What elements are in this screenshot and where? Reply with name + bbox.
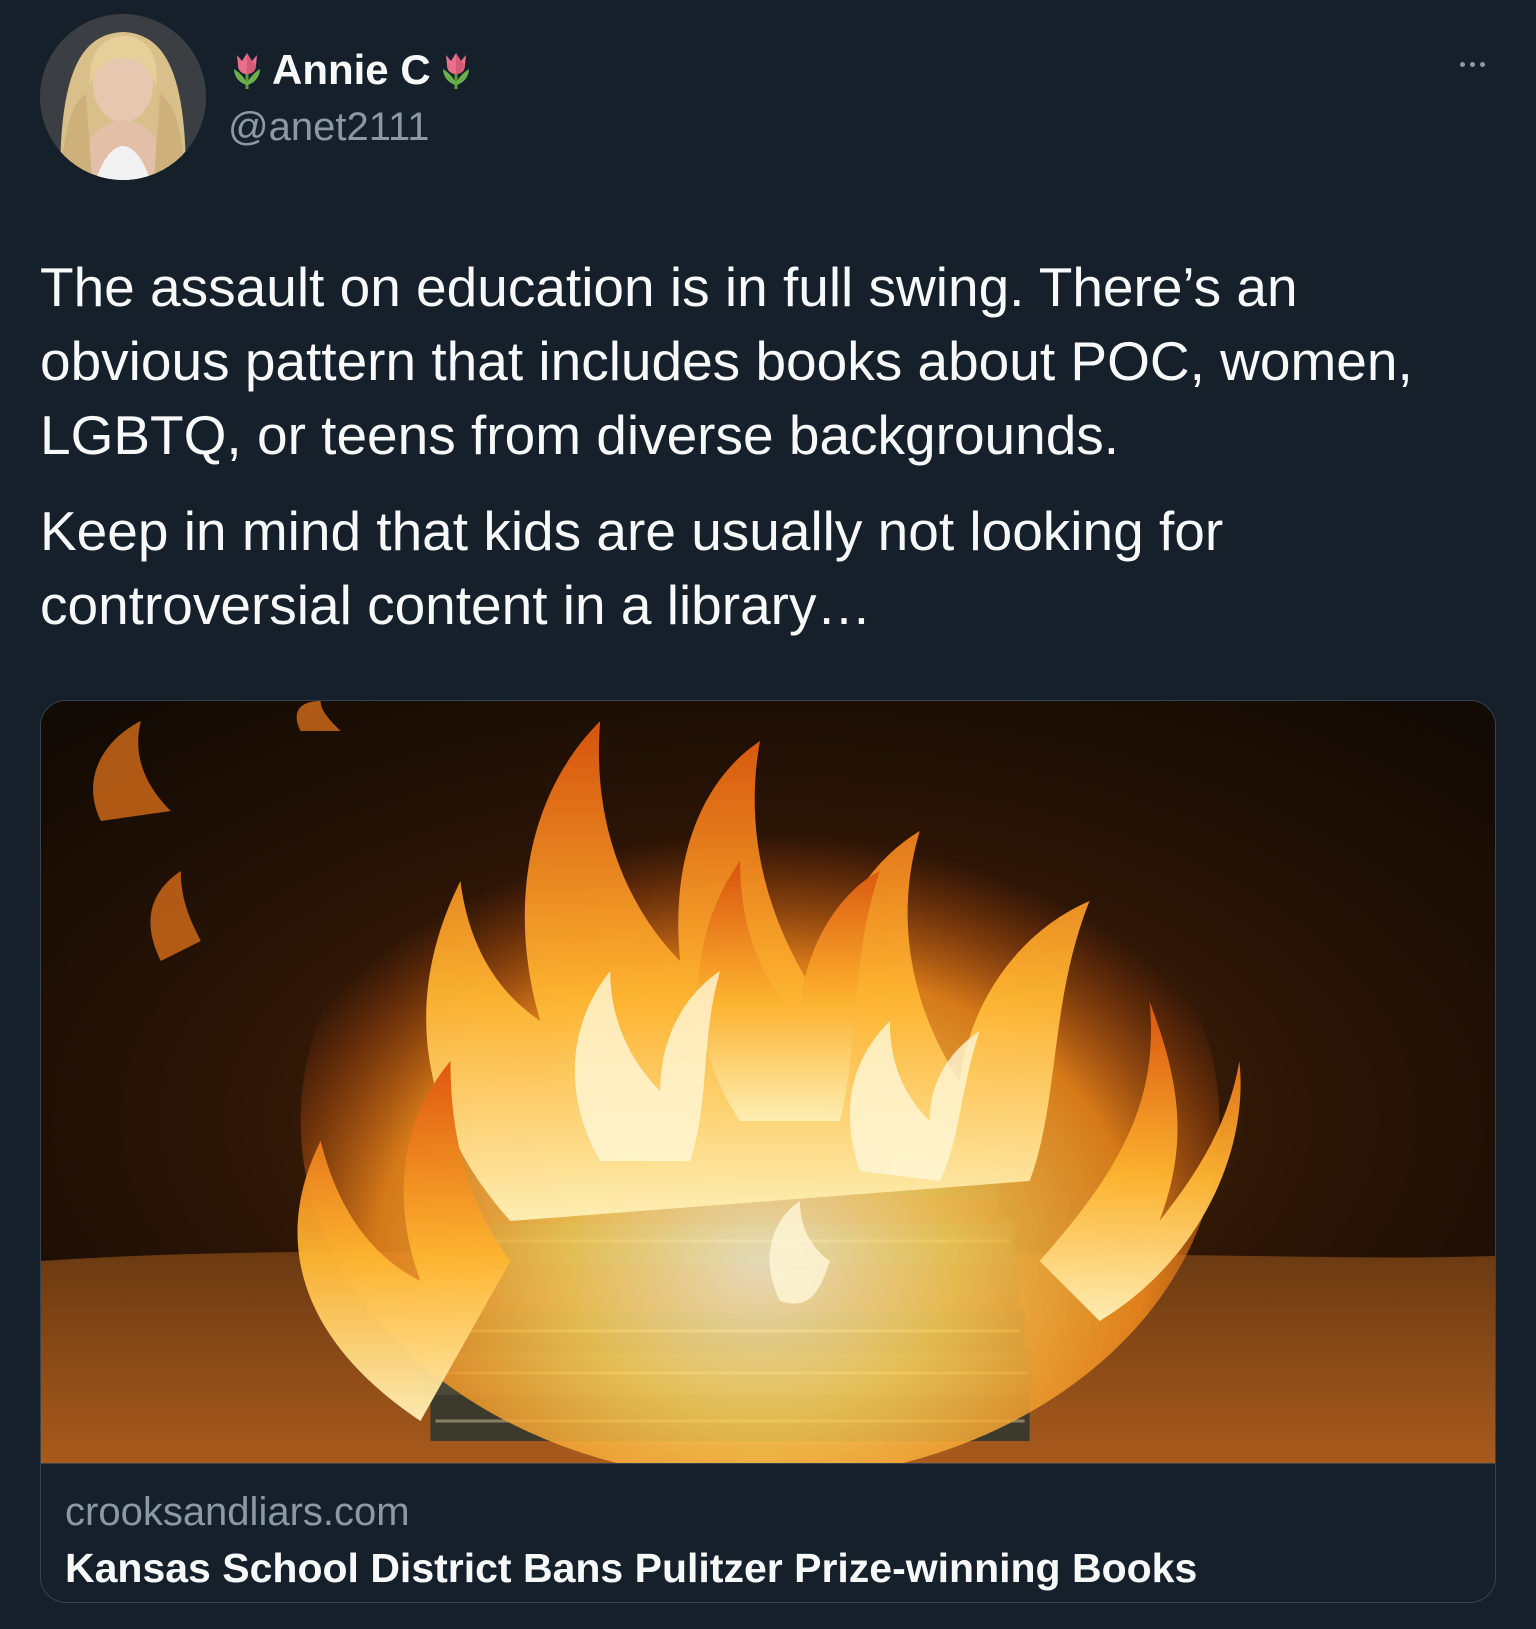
author-handle[interactable]: @anet2111 <box>228 102 475 152</box>
card-domain: crooksandliars.com <box>65 1490 410 1534</box>
avatar-image <box>40 14 206 180</box>
link-card[interactable]: crooksandliars.com Kansas School Distric… <box>40 700 1496 1603</box>
more-icon <box>1459 61 1465 67</box>
more-icon <box>1479 61 1485 67</box>
card-info: crooksandliars.com Kansas School Distric… <box>41 1463 1495 1596</box>
author-names: Annie C @anet2111 <box>228 44 475 152</box>
display-name[interactable]: Annie C <box>228 44 475 96</box>
avatar[interactable] <box>40 14 206 180</box>
tweet-paragraph: The assault on education is in full swin… <box>40 256 1413 466</box>
card-title: Kansas School District Bans Pulitzer Pri… <box>65 1545 1198 1591</box>
display-name-text: Annie C <box>272 46 431 93</box>
tulip-icon <box>437 49 475 91</box>
tweet-paragraph: Keep in mind that kids are usually not l… <box>40 500 1224 636</box>
tulip-icon <box>228 49 266 91</box>
more-icon <box>1469 61 1475 67</box>
more-options-button[interactable] <box>1452 54 1492 74</box>
tweet: Annie C @anet2111 The assault on educati… <box>0 0 1536 1629</box>
burning-books-image[interactable] <box>41 701 1495 1463</box>
tweet-text: The assault on education is in full swin… <box>40 250 1500 642</box>
